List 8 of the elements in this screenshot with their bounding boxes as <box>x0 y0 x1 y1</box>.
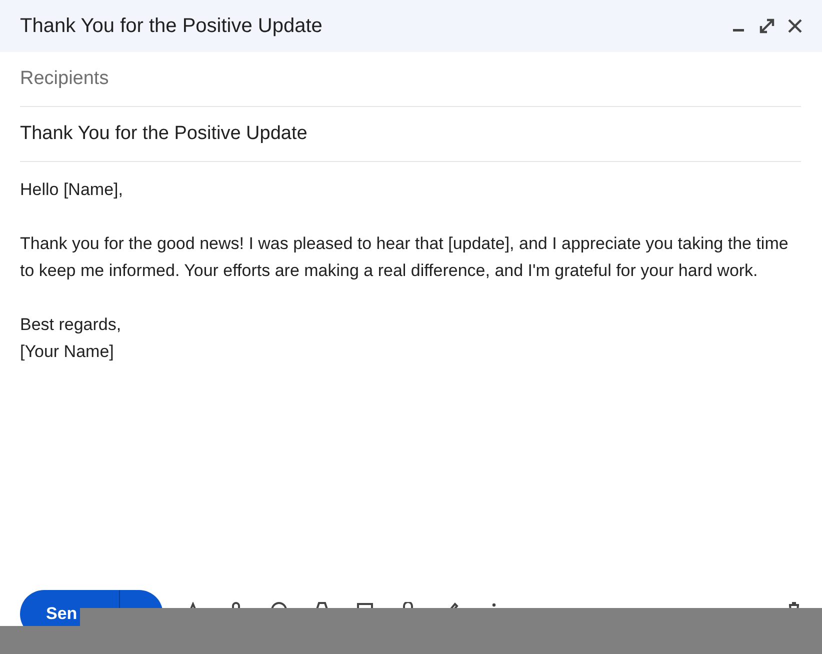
expand-icon[interactable] <box>758 17 776 35</box>
recipients-field[interactable]: Recipients <box>20 68 801 90</box>
body-paragraph: Hello [Name], <box>20 179 124 201</box>
window-title: Thank You for the Positive Update <box>20 14 324 38</box>
body-paragraph: Best regards, [Your Name] <box>20 314 122 363</box>
subject-field[interactable]: Thank You for the Positive Update <box>20 123 801 145</box>
close-icon[interactable] <box>786 17 804 35</box>
body-paragraph: Thank you for the good news! I was pleased to hear that [update], and I appreciate you taking the time to keep me informed. Your efforts are making a real difference, and I'm grateful for your hard work. <box>20 233 790 282</box>
